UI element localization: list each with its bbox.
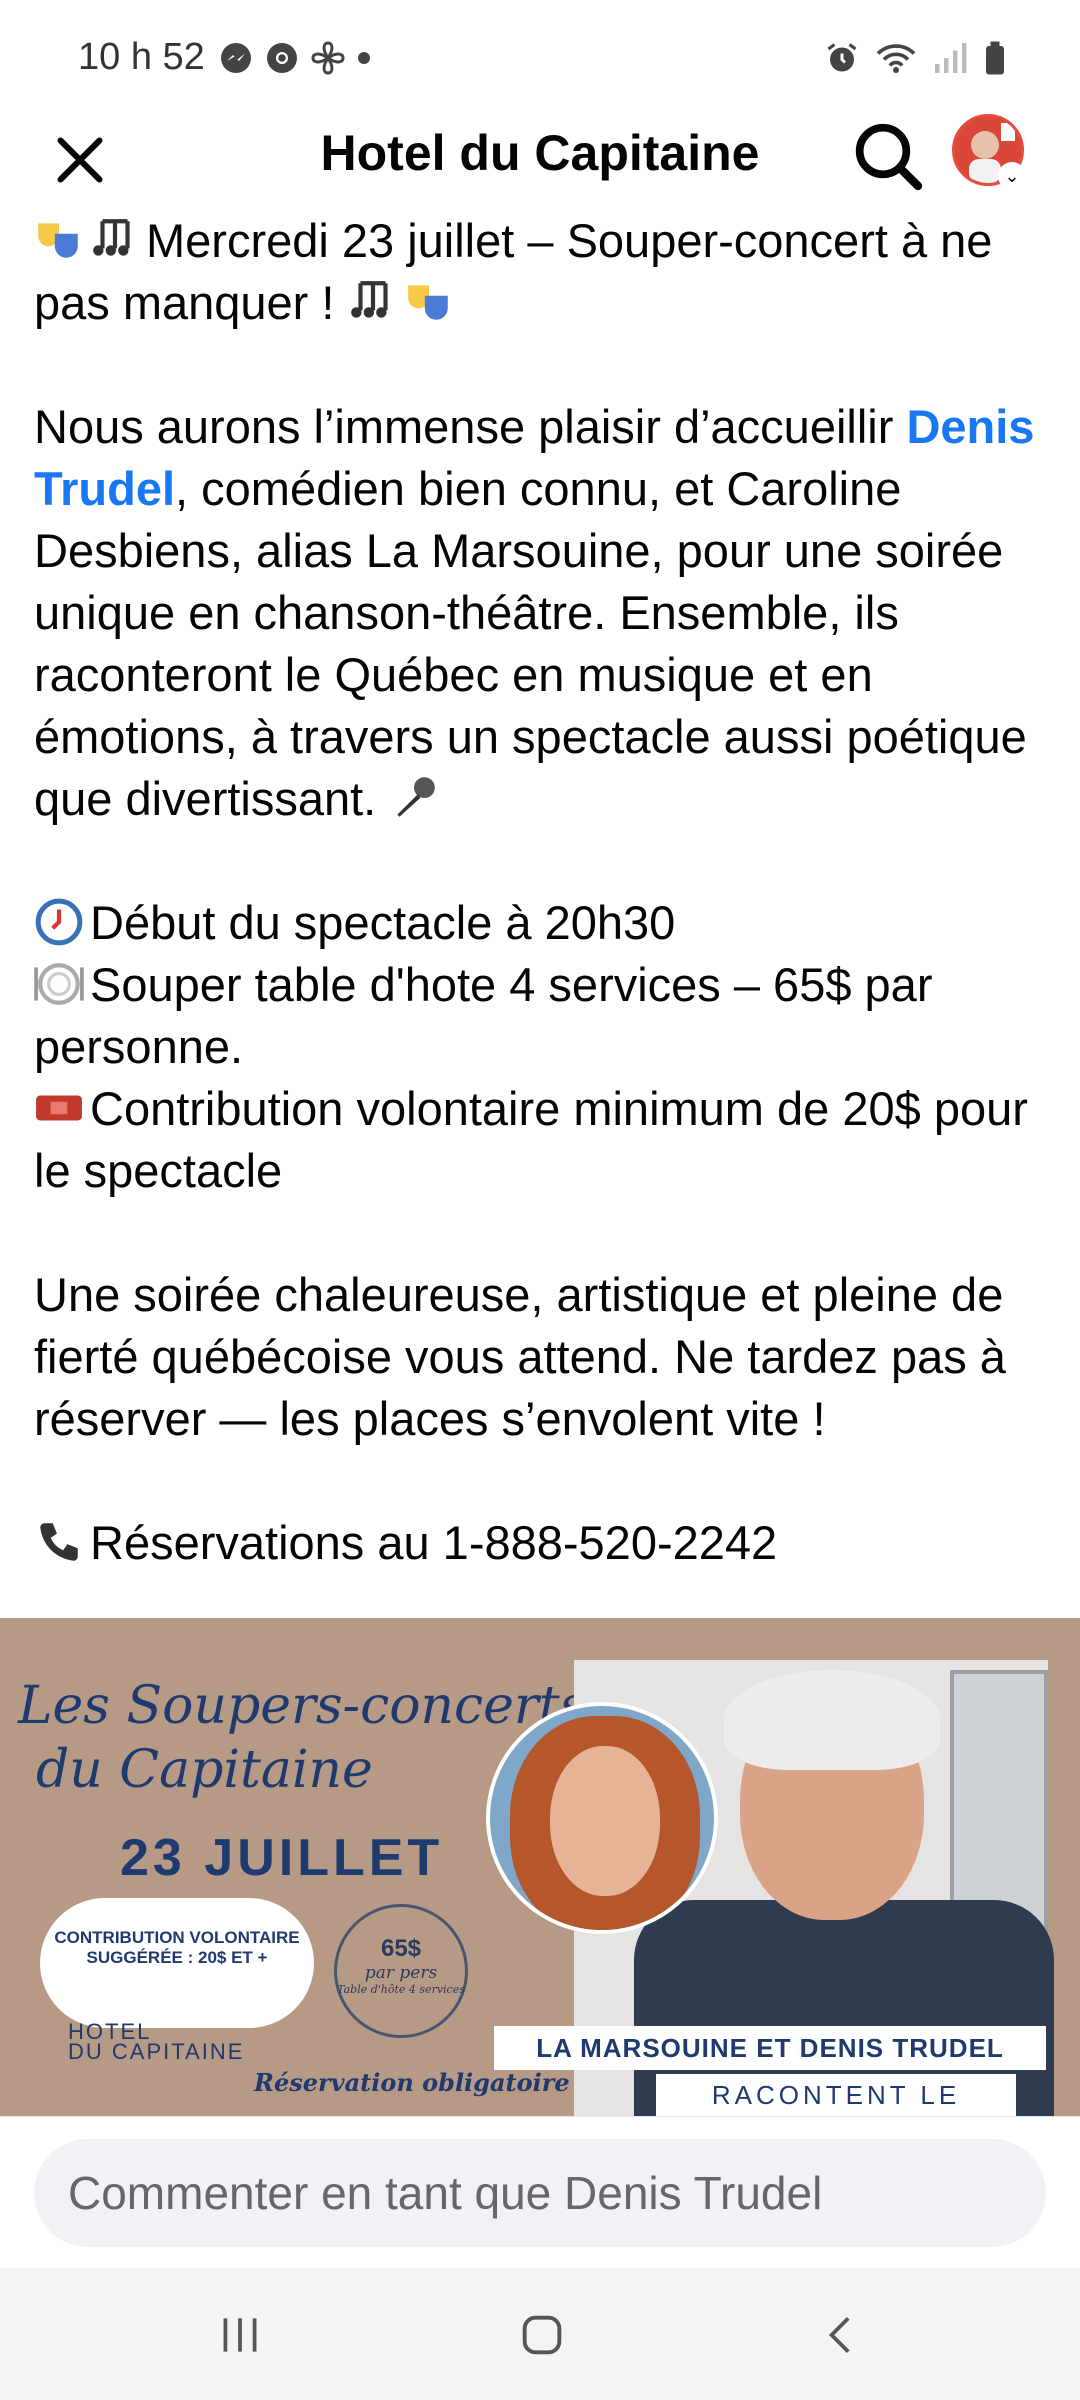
- post-info-dinner: Souper table d'hote 4 services – 65$ par…: [34, 954, 1054, 1078]
- back-button[interactable]: [802, 2302, 882, 2368]
- poster-hotel-logo: HOTEL DU CAPITAINE: [68, 2021, 245, 2064]
- status-bar: 10 h 52: [0, 0, 1080, 110]
- poster-names: LA MARSOUINE ET DENIS TRUDEL: [494, 2026, 1046, 2070]
- chrome-icon: [267, 43, 297, 73]
- man-hair: [724, 1670, 940, 1770]
- messenger-icon: [221, 43, 251, 73]
- search-icon: [855, 123, 923, 191]
- status-notification-icons: [218, 40, 372, 76]
- back-icon: [828, 2317, 850, 2353]
- poster-date: 23 JUILLET: [120, 1829, 444, 1887]
- post-info-phone: Réservations au 1-888-520-2242: [34, 1512, 1054, 1574]
- reservation-phone-text: Réservations au 1-888-520-2242: [90, 1516, 778, 1569]
- post-info-ticket: Contribution volontaire minimum de 20$ p…: [34, 1078, 1054, 1202]
- poster-photo-woman: [486, 1702, 718, 1934]
- alarm-icon: [827, 43, 857, 72]
- poster-contribution: CONTRIBUTION VOLONTAIRE SUGGÉRÉE : 20$ E…: [40, 1898, 314, 2028]
- poster-price-note: Table d'hôte 4 services: [337, 1983, 465, 1996]
- comment-bar: Commenter en tant que Denis Trudel: [0, 2116, 1080, 2269]
- system-nav-bar: [0, 2268, 1080, 2400]
- home-button[interactable]: [502, 2302, 582, 2368]
- search-button[interactable]: [848, 116, 928, 196]
- poster-title-script: Les Soupers-concerts: [18, 1676, 587, 1736]
- theater-masks-icon: [38, 223, 78, 258]
- poster-hotel-line2: DU CAPITAINE: [68, 2039, 245, 2064]
- woman-face: [550, 1746, 660, 1896]
- post-paragraph-intro: Nous aurons l’immense plaisir d’accueill…: [34, 396, 1054, 830]
- poster-price-badge: 65$ par pers Table d'hôte 4 services: [334, 1904, 468, 2038]
- dinner-text: Souper table d'hote 4 services – 65$ par…: [34, 958, 933, 1073]
- poster-subtitle-script: du Capitaine: [36, 1740, 373, 1800]
- phone-icon: [40, 1523, 78, 1561]
- pinwheel-icon: [311, 41, 345, 75]
- dot-icon: [358, 52, 370, 64]
- post-intro-continued: , comédien bien connu, et Caroline Desbi…: [34, 462, 1027, 825]
- recent-apps-icon: [223, 2318, 257, 2352]
- battery-icon: [986, 41, 1004, 75]
- status-system-icons: [824, 40, 1008, 76]
- music-notes-icon: [93, 219, 130, 256]
- microphone-icon: [397, 777, 436, 817]
- post-intro-text: Nous aurons l’immense plaisir d’accueill…: [34, 400, 894, 453]
- wifi-icon: [876, 44, 916, 73]
- music-notes-icon: [350, 281, 388, 318]
- post-headline-text: Mercredi 23 juillet – Souper-concert à n…: [34, 214, 993, 329]
- show-start-text: Début du spectacle à 20h30: [90, 896, 676, 949]
- recent-apps-button[interactable]: [200, 2302, 280, 2368]
- poster-raconte: RACONTENT LE: [656, 2074, 1016, 2116]
- contribution-text: Contribution volontaire minimum de 20$ p…: [34, 1082, 1028, 1197]
- post-info-time: Début du spectacle à 20h30: [34, 892, 1054, 954]
- poster-reservation: Réservation obligatoire: [254, 2068, 570, 2097]
- plate-icon: [34, 963, 84, 1005]
- status-time: 10 h 52: [78, 36, 205, 78]
- post-image[interactable]: Les Soupers-concerts du Capitaine 23 JUI…: [0, 1618, 1080, 2116]
- post-body: Mercredi 23 juillet – Souper-concert à n…: [34, 210, 1054, 1574]
- comment-input[interactable]: Commenter en tant que Denis Trudel: [34, 2139, 1046, 2247]
- poster-price: 65$: [380, 1935, 422, 1962]
- poster-price-sub: par pers: [364, 1963, 438, 1983]
- chevron-down-icon[interactable]: ⌄: [998, 162, 1026, 190]
- clock-icon: [35, 898, 83, 946]
- theater-masks-icon: [407, 285, 448, 320]
- home-icon: [522, 2315, 562, 2355]
- signal-icon: [935, 43, 967, 73]
- ticket-icon: [36, 1095, 82, 1121]
- post-headline: Mercredi 23 juillet – Souper-concert à n…: [34, 210, 1054, 334]
- post-paragraph-closing: Une soirée chaleureuse, artistique et pl…: [34, 1268, 1006, 1445]
